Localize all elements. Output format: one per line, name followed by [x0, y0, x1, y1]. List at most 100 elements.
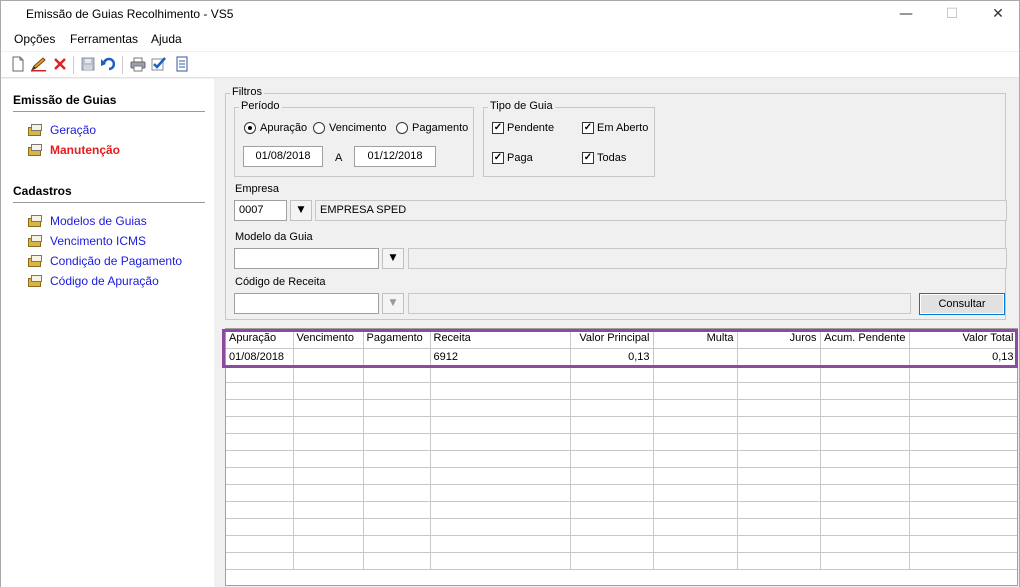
table-cell [226, 433, 294, 451]
table-cell [570, 467, 654, 485]
check-pendente[interactable]: ✓ Pendente [492, 122, 554, 134]
table-cell [430, 365, 571, 383]
empresa-name-field: EMPRESA SPED [315, 200, 1007, 221]
table-cell [820, 348, 910, 366]
sidebar-item-manutencao[interactable]: Manutenção [27, 142, 120, 158]
check-em-aberto[interactable]: ✓ Em Aberto [582, 122, 648, 134]
table-cell [226, 501, 294, 519]
table-cell [737, 484, 821, 502]
menu-ajuda[interactable]: Ajuda [151, 32, 182, 46]
table-cell [363, 399, 431, 417]
sidebar-item-codigo-apuracao[interactable]: Código de Apuração [27, 273, 159, 289]
column-header[interactable]: Receita [430, 329, 571, 349]
table-cell [430, 382, 571, 400]
table-cell [909, 535, 1017, 553]
table-cell [570, 399, 654, 417]
table-cell [363, 365, 431, 383]
table-cell [737, 348, 821, 366]
table-cell [653, 450, 738, 468]
report-icon[interactable] [173, 56, 191, 74]
undo-icon[interactable] [100, 56, 118, 74]
consultar-button[interactable]: Consultar [919, 293, 1005, 315]
results-grid[interactable]: Apuração Vencimento Pagamento Receita Va… [225, 328, 1018, 586]
table-cell [909, 416, 1017, 434]
column-header[interactable]: Pagamento [363, 329, 431, 349]
empresa-dropdown-button[interactable]: ▼ [290, 200, 312, 221]
sidebar-item-condicao-pagamento[interactable]: Condição de Pagamento [27, 253, 182, 269]
checkbox: ✓ [492, 122, 504, 134]
table-row[interactable]: 01/08/2018 6912 0,13 0,13 [226, 348, 1017, 366]
check-paga[interactable]: ✓ Paga [492, 152, 533, 164]
modelo-dropdown-button[interactable]: ▼ [382, 248, 404, 269]
table-cell [737, 433, 821, 451]
column-header[interactable]: Multa [653, 329, 738, 349]
radio-vencimento[interactable]: Vencimento [313, 122, 386, 134]
table-cell [737, 365, 821, 383]
table-cell [820, 467, 910, 485]
modelo-input[interactable] [234, 248, 379, 269]
save-icon[interactable] [79, 56, 97, 74]
table-cell [570, 552, 654, 570]
table-cell [909, 467, 1017, 485]
sidebar-item-modelos-guias[interactable]: Modelos de Guias [27, 213, 147, 229]
close-button[interactable]: ✕ [975, 1, 1020, 29]
column-header[interactable]: Apuração [226, 329, 294, 349]
table-cell [570, 518, 654, 536]
empresa-code-input[interactable]: 0007 [234, 200, 287, 221]
table-cell [737, 382, 821, 400]
minimize-button[interactable]: — [883, 1, 929, 29]
codigo-receita-input[interactable] [234, 293, 379, 314]
module-icon [27, 254, 43, 268]
table-cell [570, 382, 654, 400]
table-cell [293, 450, 364, 468]
module-icon [27, 234, 43, 248]
column-header[interactable]: Acum. Pendente [820, 329, 910, 349]
table-cell [820, 382, 910, 400]
table-cell [653, 365, 738, 383]
table-cell [909, 433, 1017, 451]
maximize-button[interactable]: ☐ [929, 1, 975, 29]
table-cell [653, 433, 738, 451]
table-cell [909, 484, 1017, 502]
radio-pagamento[interactable]: Pagamento [396, 122, 468, 134]
table-cell [226, 365, 294, 383]
app-window: Emissão de Guias Recolhimento - VS5 — ☐ … [0, 0, 1020, 587]
table-cell [430, 433, 571, 451]
checkbox: ✓ [582, 122, 594, 134]
table-cell [226, 382, 294, 400]
date-from-input[interactable]: 01/08/2018 [243, 146, 323, 167]
edit-icon[interactable] [30, 56, 48, 74]
column-header[interactable]: Valor Total [909, 329, 1017, 349]
print-icon[interactable] [129, 56, 147, 74]
date-to-input[interactable]: 01/12/2018 [354, 146, 436, 167]
menu-opcoes[interactable]: Opções [14, 32, 55, 46]
column-header[interactable]: Valor Principal [570, 329, 654, 349]
column-header[interactable]: Vencimento [293, 329, 364, 349]
table-cell [430, 399, 571, 417]
empty-table-row [226, 399, 1017, 417]
sidebar-item-geracao[interactable]: Geração [27, 122, 96, 138]
new-icon[interactable] [9, 56, 27, 74]
delete-icon[interactable] [51, 56, 69, 74]
codigo-receita-dropdown-button[interactable]: ▼ [382, 293, 404, 314]
table-cell [226, 552, 294, 570]
table-cell [430, 518, 571, 536]
radio-apuracao[interactable]: Apuração [244, 122, 307, 134]
empty-table-row [226, 416, 1017, 434]
column-header[interactable]: Juros [737, 329, 821, 349]
table-cell [820, 484, 910, 502]
sidebar-item-vencimento-icms[interactable]: Vencimento ICMS [27, 233, 146, 249]
menu-ferramentas[interactable]: Ferramentas [70, 32, 138, 46]
table-cell [293, 348, 364, 366]
table-cell [653, 399, 738, 417]
module-icon [27, 143, 43, 157]
check-icon[interactable] [150, 56, 168, 74]
table-cell [653, 518, 738, 536]
modelo-description-field [408, 248, 1007, 269]
check-todas[interactable]: ✓ Todas [582, 152, 626, 164]
table-cell [363, 518, 431, 536]
grid-header-row: Apuração Vencimento Pagamento Receita Va… [226, 329, 1017, 349]
table-cell [363, 535, 431, 553]
section-title-cadastros: Cadastros [13, 184, 72, 198]
table-cell [570, 416, 654, 434]
